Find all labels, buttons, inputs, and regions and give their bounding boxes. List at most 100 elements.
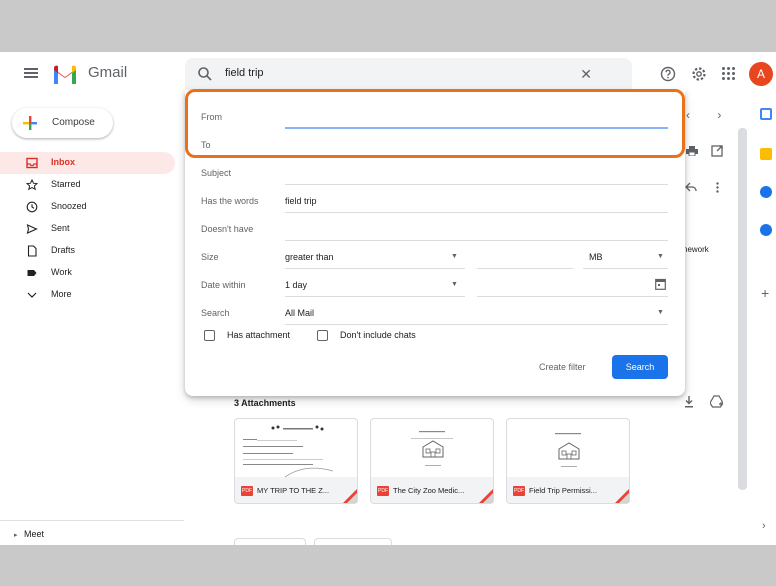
reply-icon[interactable] bbox=[685, 182, 697, 192]
sidebar-item-sent[interactable]: Sent bbox=[0, 218, 175, 240]
star-icon bbox=[26, 179, 38, 191]
attachment-card[interactable]: PDF Field Trip Permissi... bbox=[506, 418, 630, 504]
contacts-app-icon[interactable] bbox=[760, 224, 772, 236]
chevron-down-icon bbox=[27, 292, 37, 298]
attachment-name: MY TRIP TO THE Z... bbox=[257, 486, 330, 495]
subject-field-underline bbox=[285, 184, 668, 185]
sidebar-item-drafts[interactable]: Drafts bbox=[0, 240, 175, 262]
doesnt-have-field-underline bbox=[285, 240, 668, 241]
has-words-field[interactable]: field trip bbox=[285, 196, 317, 206]
forward-chip[interactable] bbox=[314, 538, 392, 545]
exclude-chats-checkbox[interactable] bbox=[317, 330, 328, 341]
sidebar-item-starred[interactable]: Starred bbox=[0, 174, 175, 196]
download-icon[interactable] bbox=[684, 396, 694, 408]
pagination-arrows[interactable]: ‹ › bbox=[686, 108, 733, 122]
create-filter-button[interactable]: Create filter bbox=[539, 362, 586, 372]
has-attachment-checkbox[interactable] bbox=[204, 330, 215, 341]
dropdown-arrow-icon[interactable]: ▼ bbox=[451, 253, 458, 260]
attachment-corner-fold bbox=[483, 493, 493, 503]
subject-label: Subject bbox=[201, 168, 232, 178]
dropdown-arrow-icon[interactable]: ▼ bbox=[657, 253, 664, 260]
scrollbar[interactable] bbox=[738, 128, 747, 490]
avatar[interactable]: A bbox=[749, 62, 773, 86]
reply-chip[interactable] bbox=[234, 538, 306, 545]
search-icon[interactable] bbox=[197, 66, 213, 82]
more-vertical-icon[interactable] bbox=[716, 182, 719, 193]
dropdown-arrow-icon[interactable]: ▼ bbox=[657, 309, 664, 316]
calendar-app-icon[interactable] bbox=[760, 108, 772, 120]
calendar-icon[interactable] bbox=[655, 278, 666, 290]
sidebar-divider bbox=[0, 520, 184, 521]
search-in-row: Search All Mail ▼ bbox=[185, 300, 685, 328]
sidebar-item-label: Work bbox=[51, 267, 72, 277]
size-unit-underline bbox=[583, 268, 668, 269]
exclude-chats-label: Don't include chats bbox=[340, 330, 416, 340]
main-menu-icon[interactable] bbox=[24, 68, 38, 78]
clock-icon bbox=[26, 201, 38, 213]
size-value-underline[interactable] bbox=[477, 268, 573, 269]
pdf-icon: PDF bbox=[377, 486, 389, 496]
sidebar-item-label: Starred bbox=[51, 179, 81, 189]
sidebar-item-more[interactable]: More bbox=[0, 284, 175, 306]
attachment-card[interactable]: PDF MY TRIP TO THE Z... bbox=[234, 418, 358, 504]
send-icon bbox=[26, 224, 38, 234]
sidebar-item-label: More bbox=[51, 289, 72, 299]
pdf-icon: PDF bbox=[513, 486, 525, 496]
meet-label: Meet bbox=[24, 529, 45, 539]
size-unit-select[interactable]: MB bbox=[589, 252, 603, 262]
print-icon[interactable] bbox=[686, 146, 698, 156]
search-input[interactable]: field trip bbox=[225, 67, 264, 79]
add-to-drive-icon[interactable] bbox=[710, 395, 723, 408]
attachment-footer: PDF MY TRIP TO THE Z... bbox=[235, 477, 357, 503]
search-in-underline bbox=[285, 324, 668, 325]
attachment-corner-fold bbox=[619, 493, 629, 503]
help-icon[interactable] bbox=[660, 66, 676, 82]
meet-section[interactable]: Meet bbox=[12, 529, 44, 539]
dropdown-arrow-icon[interactable]: ▼ bbox=[451, 281, 458, 288]
date-within-row: Date within 1 day ▼ bbox=[185, 272, 685, 300]
pdf-icon: PDF bbox=[241, 486, 253, 496]
search-button[interactable]: Search bbox=[612, 355, 668, 379]
label-icon bbox=[27, 270, 37, 276]
close-icon[interactable]: ✕ bbox=[580, 67, 592, 81]
sidebar-item-work[interactable]: Work bbox=[0, 262, 175, 284]
search-bar[interactable]: field trip ✕ bbox=[185, 58, 632, 90]
add-app-icon[interactable]: + bbox=[761, 285, 769, 301]
attachment-name: Field Trip Permissi... bbox=[529, 486, 597, 495]
inbox-icon bbox=[26, 157, 38, 169]
attachment-card[interactable]: PDF The City Zoo Medic... bbox=[370, 418, 494, 504]
open-in-new-window-icon[interactable] bbox=[711, 145, 723, 157]
attachments-title: 3 Attachments bbox=[234, 398, 296, 408]
keep-app-icon[interactable] bbox=[760, 148, 772, 160]
gear-icon[interactable] bbox=[690, 65, 708, 83]
doesnt-have-label: Doesn't have bbox=[201, 224, 254, 234]
attachment-thumbnail bbox=[507, 419, 629, 477]
sidebar-item-label: Inbox bbox=[51, 157, 75, 167]
attachment-footer: PDF The City Zoo Medic... bbox=[371, 477, 493, 503]
sidebar-item-label: Snoozed bbox=[51, 201, 87, 211]
chevron-right-icon[interactable]: › bbox=[762, 520, 766, 532]
gmail-logo-icon[interactable] bbox=[52, 64, 78, 84]
doesnt-have-row[interactable]: Doesn't have bbox=[185, 216, 685, 244]
size-label: Size bbox=[201, 252, 219, 262]
has-attachment-label: Has attachment bbox=[227, 330, 291, 340]
has-words-label: Has the words bbox=[201, 196, 259, 206]
sidebar-item-snoozed[interactable]: Snoozed bbox=[0, 196, 175, 218]
sidebar-item-label: Drafts bbox=[51, 245, 76, 255]
tasks-app-icon[interactable] bbox=[760, 186, 772, 198]
apps-grid-icon[interactable] bbox=[722, 67, 736, 81]
size-operator-underline bbox=[285, 268, 465, 269]
attachment-name: The City Zoo Medic... bbox=[393, 486, 465, 495]
date-field-underline[interactable] bbox=[477, 296, 668, 297]
size-operator-select[interactable]: greater than bbox=[285, 252, 334, 262]
search-in-select[interactable]: All Mail bbox=[285, 308, 314, 318]
size-row: Size greater than ▼ MB ▼ bbox=[185, 244, 685, 272]
has-words-field-underline bbox=[285, 212, 668, 213]
gmail-window: Gmail field trip ✕ A Compose Inbox Starr… bbox=[0, 52, 776, 545]
sidebar-item-inbox[interactable]: Inbox bbox=[0, 152, 175, 174]
has-words-row[interactable]: Has the words field trip bbox=[185, 188, 685, 216]
attachment-thumbnail bbox=[371, 419, 493, 477]
compose-button[interactable]: Compose bbox=[12, 108, 113, 138]
subject-row[interactable]: Subject bbox=[185, 160, 685, 188]
date-within-select[interactable]: 1 day bbox=[285, 280, 307, 290]
